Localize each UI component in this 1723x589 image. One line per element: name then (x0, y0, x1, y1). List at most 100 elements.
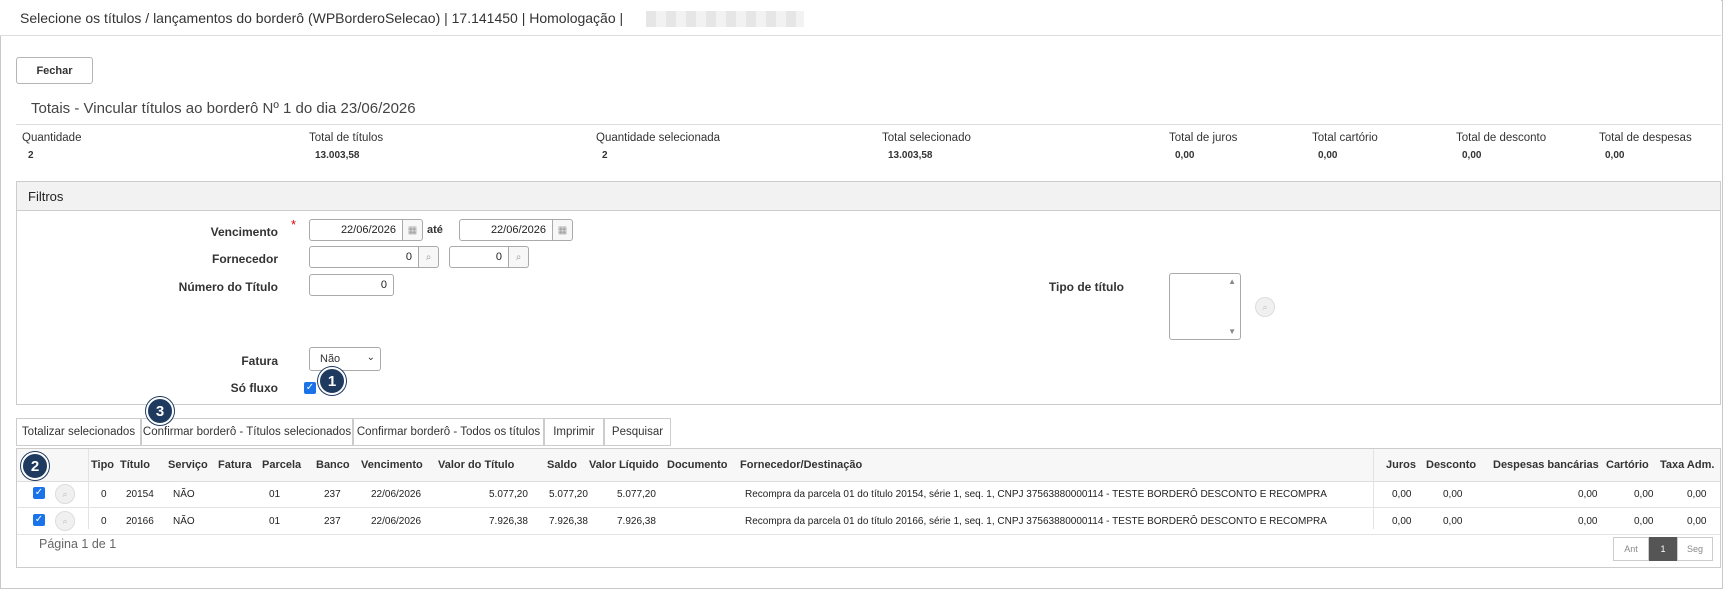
col-saldo[interactable]: Saldo (547, 459, 577, 471)
table-row[interactable]: ✓ ⌕ 0 20166 NÃO 01 237 22/06/2026 7.926,… (17, 508, 1720, 535)
col-vencimento[interactable]: Vencimento (361, 459, 423, 471)
pager-page-button[interactable]: 1 (1649, 537, 1677, 561)
total-cartorio: Total cartório 0,00 (1312, 132, 1378, 161)
date-range-separator: até (427, 224, 443, 236)
so-fluxo-label: Só fluxo (230, 381, 278, 395)
cell-parcela: 01 (269, 489, 281, 500)
col-valor-titulo[interactable]: Valor do Título (438, 459, 514, 471)
window-title: Selecione os títulos / lançamentos do bo… (20, 10, 624, 26)
col-parcela[interactable]: Parcela (262, 459, 301, 471)
search-icon[interactable]: ⌕ (509, 246, 529, 268)
pager-next-button[interactable]: Seg (1677, 537, 1713, 561)
col-juros[interactable]: Juros (1386, 459, 1416, 471)
imprimir-button[interactable]: Imprimir (544, 418, 604, 446)
column-divider (88, 449, 89, 529)
scroll-down-icon[interactable]: ▼ (1228, 327, 1236, 336)
cell-juros: 0,00 (1392, 489, 1412, 500)
tipo-titulo-listbox[interactable]: ▲ ▼ (1169, 273, 1241, 340)
cell-banco: 237 (324, 489, 341, 500)
cell-fornecedor: Recompra da parcela 01 do título 20166, … (745, 516, 1327, 527)
col-cartorio[interactable]: Cartório (1606, 459, 1649, 471)
row-checkbox[interactable]: ✓ (33, 514, 45, 526)
cell-vencimento: 22/06/2026 (371, 516, 422, 527)
fatura-select[interactable]: Não ⌄ (309, 347, 381, 371)
cell-juros: 0,00 (1392, 516, 1412, 527)
pesquisar-button[interactable]: Pesquisar (604, 418, 671, 446)
fornecedor-to-input[interactable]: 0 (449, 246, 509, 268)
cell-tipo: 0 (101, 489, 107, 500)
cell-titulo: 20154 (126, 489, 154, 500)
cell-valor-liquido: 5.077,20 (617, 489, 656, 500)
cell-taxa-adm: 0,00 (1687, 516, 1707, 527)
title-bar: Selecione os títulos / lançamentos do bo… (0, 0, 1721, 36)
vencimento-from-input[interactable]: 22/06/2026 (309, 219, 403, 241)
col-desconto[interactable]: Desconto (1426, 459, 1476, 471)
cell-parcela: 01 (269, 516, 281, 527)
pagination-info: Página 1 de 1 (39, 537, 117, 551)
pager-prev-button[interactable]: Ant (1613, 537, 1649, 561)
numero-titulo-input[interactable]: 0 (309, 274, 394, 296)
col-documento[interactable]: Documento (667, 459, 728, 471)
cell-cartorio: 0,00 (1634, 516, 1654, 527)
chevron-down-icon: ⌄ (366, 352, 375, 363)
fatura-selected-value: Não (320, 353, 341, 365)
col-despesas[interactable]: Despesas bancárias (1493, 459, 1599, 471)
total-quantidade-selecionada: Quantidade selecionada 2 (596, 132, 721, 161)
marker-1: 1 (318, 367, 346, 395)
col-titulo[interactable]: Título (120, 459, 150, 471)
confirmar-todos-button[interactable]: Confirmar borderô - Todos os títulos (353, 418, 544, 446)
search-icon[interactable]: ⌕ (1255, 297, 1275, 317)
totals-title: Totais - Vincular títulos ao borderô Nº … (31, 100, 416, 117)
col-tipo[interactable]: Tipo (91, 459, 114, 471)
required-mark: * (291, 217, 297, 232)
cell-vencimento: 22/06/2026 (371, 489, 422, 500)
col-servico[interactable]: Serviço (168, 459, 208, 471)
scroll-up-icon[interactable]: ▲ (1228, 277, 1236, 286)
search-icon[interactable]: ⌕ (55, 484, 75, 504)
col-fornecedor[interactable]: Fornecedor/Destinação (740, 459, 862, 471)
confirmar-selecionados-button[interactable]: Confirmar borderô - Títulos selecionados (141, 418, 353, 446)
total-titulos: Total de títulos 13.003,58 (309, 132, 384, 161)
fatura-label: Fatura (241, 354, 278, 368)
cell-titulo: 20166 (126, 516, 154, 527)
total-quantidade: Quantidade 2 (22, 132, 82, 161)
fornecedor-from-input[interactable]: 0 (309, 246, 419, 268)
total-juros: Total de juros 0,00 (1169, 132, 1238, 161)
cell-taxa-adm: 0,00 (1687, 489, 1707, 500)
col-taxa-adm[interactable]: Taxa Adm. (1660, 459, 1714, 471)
row-checkbox[interactable]: ✓ (33, 487, 45, 499)
cell-valor-titulo: 5.077,20 (489, 489, 528, 500)
vencimento-to-input[interactable]: 22/06/2026 (459, 219, 553, 241)
totalizar-selecionados-button[interactable]: Totalizar selecionados (16, 418, 141, 446)
titles-grid: Tipo Título Serviço Fatura Parcela Banco… (16, 448, 1721, 568)
filters-panel: Filtros Vencimento * 22/06/2026 ▦ até 22… (16, 181, 1721, 405)
cell-banco: 237 (324, 516, 341, 527)
search-icon[interactable]: ⌕ (55, 511, 75, 531)
table-row[interactable]: ✓ ⌕ 0 20154 NÃO 01 237 22/06/2026 5.077,… (17, 481, 1720, 508)
marker-2: 2 (21, 452, 49, 480)
grid-header: Tipo Título Serviço Fatura Parcela Banco… (17, 449, 1720, 482)
so-fluxo-checkbox[interactable]: ✓ (304, 382, 316, 394)
calendar-icon[interactable]: ▦ (553, 219, 573, 241)
close-button[interactable]: Fechar (16, 57, 93, 84)
filters-header: Filtros (17, 182, 1720, 211)
col-fatura[interactable]: Fatura (218, 459, 252, 471)
column-divider (1373, 449, 1374, 529)
search-icon[interactable]: ⌕ (419, 246, 439, 268)
total-selecionado: Total selecionado 13.003,58 (882, 132, 971, 161)
cell-saldo: 7.926,38 (549, 516, 588, 527)
calendar-icon[interactable]: ▦ (403, 219, 423, 241)
marker-3: 3 (146, 397, 174, 425)
cell-despesas: 0,00 (1578, 516, 1598, 527)
cell-tipo: 0 (101, 516, 107, 527)
cell-servico: NÃO (173, 516, 195, 527)
total-desconto: Total de desconto 0,00 (1456, 132, 1547, 161)
col-valor-liquido[interactable]: Valor Líquido (589, 459, 659, 471)
totals-bar: Quantidade 2 Total de títulos 13.003,58 Qu… (16, 124, 1721, 161)
numero-titulo-label: Número do Título (178, 280, 278, 294)
fornecedor-label: Fornecedor (211, 252, 278, 266)
cell-valor-liquido: 7.926,38 (617, 516, 656, 527)
cell-desconto: 0,00 (1443, 489, 1463, 500)
cell-cartorio: 0,00 (1634, 489, 1654, 500)
col-banco[interactable]: Banco (316, 459, 350, 471)
